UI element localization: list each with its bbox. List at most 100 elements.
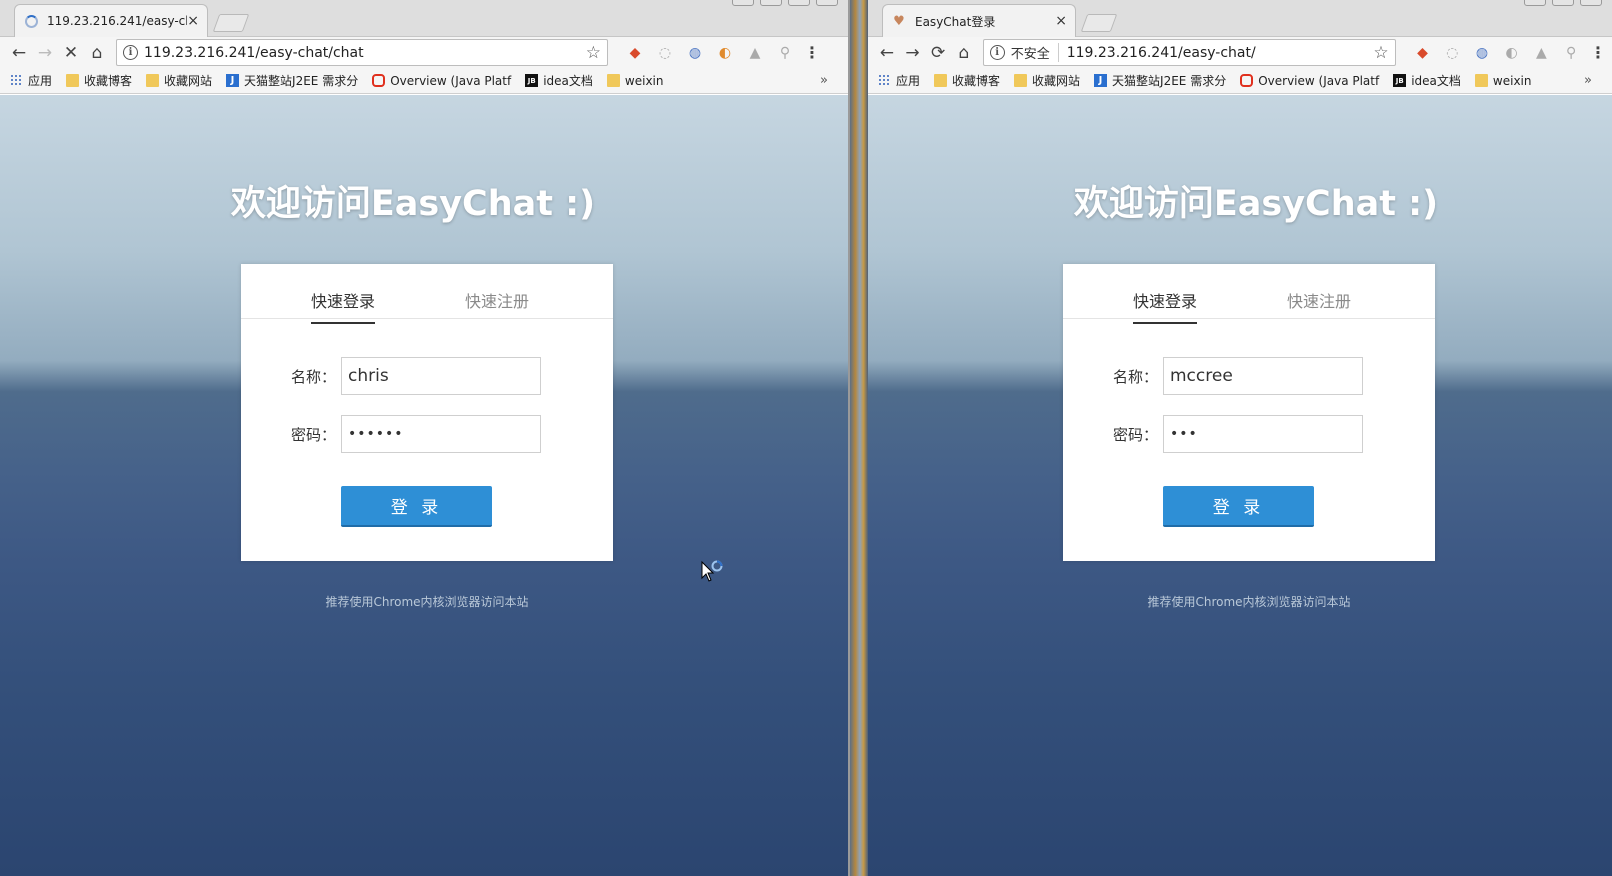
page-content: 欢迎访问EasyChat :) 快速登录 快速注册 名称： chris 密码： … <box>0 95 848 876</box>
ublock-extension-icon[interactable]: ◆ <box>1412 42 1434 64</box>
bookmark-apps[interactable]: 应用 <box>878 72 920 89</box>
tab-close-icon[interactable]: × <box>187 13 199 29</box>
menu-icon[interactable]: ⋮ <box>1590 43 1606 62</box>
password-row: 密码： ••• <box>1113 415 1363 453</box>
bookmark-java-overview[interactable]: Overview (Java Platf <box>372 74 511 88</box>
translate-extension-icon[interactable]: ◍ <box>684 42 706 64</box>
forward-icon[interactable]: → <box>900 40 926 66</box>
minimize-button[interactable] <box>1552 0 1574 6</box>
oracle-icon <box>1240 74 1254 87</box>
name-row: 名称： chris <box>291 357 541 395</box>
reload-icon[interactable]: ⟳ <box>925 40 951 66</box>
not-secure-label[interactable]: 不安全 <box>1011 43 1059 62</box>
card-tabs: 快速登录 快速注册 <box>1063 264 1435 324</box>
extension-tree-icon[interactable]: ▲ <box>1531 42 1553 64</box>
window-controls <box>1524 0 1602 6</box>
extension-orange-icon[interactable]: ◐ <box>1501 42 1523 64</box>
extension-grey-icon[interactable]: ◌ <box>1441 42 1463 64</box>
apps-icon <box>10 74 23 87</box>
password-row: 密码： •••••• <box>291 415 541 453</box>
info-icon[interactable]: i <box>123 45 138 60</box>
bookmark-apps[interactable]: 应用 <box>10 72 52 89</box>
ublock-extension-icon[interactable]: ◆ <box>624 42 646 64</box>
desktop-background-strip <box>850 0 868 876</box>
login-card: 快速登录 快速注册 名称： chris 密码： •••••• 登 录 <box>241 264 613 561</box>
name-input[interactable]: mccree <box>1163 357 1363 395</box>
folder-icon <box>146 74 160 87</box>
new-tab-button[interactable] <box>1080 14 1118 32</box>
close-window-button[interactable] <box>816 0 838 6</box>
new-tab-button[interactable] <box>212 14 250 32</box>
extension-tree-icon[interactable]: ▲ <box>744 42 766 64</box>
password-input[interactable]: ••• <box>1163 415 1363 453</box>
tab-quick-register[interactable]: 快速注册 <box>1287 288 1351 322</box>
tab-title: EasyChat登录 <box>915 14 996 29</box>
bookmark-tmall-j2ee[interactable]: J 天猫整站J2EE 需求分 <box>1094 72 1226 89</box>
tab-close-icon[interactable]: × <box>1055 13 1067 29</box>
window-controls <box>732 0 838 6</box>
search-extension-icon[interactable]: ⚲ <box>1560 42 1582 64</box>
home-icon[interactable]: ⌂ <box>84 40 110 66</box>
busy-cursor-icon <box>701 560 723 582</box>
menu-icon[interactable]: ⋮ <box>804 43 820 62</box>
welcome-title: 欢迎访问EasyChat :) <box>1073 184 1439 224</box>
name-input[interactable]: chris <box>341 357 541 395</box>
name-label: 名称： <box>1113 367 1159 386</box>
bookmark-blog-folder[interactable]: 收藏博客 <box>934 72 1000 89</box>
password-label: 密码： <box>1113 425 1159 444</box>
back-icon[interactable]: ← <box>874 40 900 66</box>
tab-quick-register[interactable]: 快速注册 <box>465 288 529 322</box>
address-bar[interactable]: i 不安全 119.23.216.241/easy-chat/ ☆ <box>982 39 1396 66</box>
minimize-button[interactable] <box>760 0 782 6</box>
browser-recommendation-note: 推荐使用Chrome内核浏览器访问本站 <box>325 595 529 609</box>
tab-quick-login[interactable]: 快速登录 <box>1133 288 1198 324</box>
bookmark-sites-folder[interactable]: 收藏网站 <box>1014 72 1080 89</box>
browser-tab[interactable]: ♥ EasyChat登录 × <box>882 4 1076 37</box>
folder-icon <box>934 74 948 87</box>
login-button[interactable]: 登 录 <box>341 486 492 527</box>
extension-grey-icon[interactable]: ◌ <box>654 42 676 64</box>
forward-icon[interactable]: → <box>32 40 58 66</box>
loading-spinner-icon <box>23 13 39 29</box>
tab-quick-login[interactable]: 快速登录 <box>311 288 376 324</box>
bookmark-java-overview[interactable]: Overview (Java Platf <box>1240 74 1379 88</box>
home-icon[interactable]: ⌂ <box>951 40 977 66</box>
folder-icon <box>606 74 620 87</box>
bookmark-weixin[interactable]: weixin <box>1474 74 1532 88</box>
bookmark-weixin[interactable]: weixin <box>606 74 664 88</box>
browser-tab[interactable]: 119.23.216.241/easy-ch × <box>14 4 208 37</box>
extension-orange-icon[interactable]: ◐ <box>714 42 736 64</box>
info-icon[interactable]: i <box>989 45 1005 60</box>
title-bar: ♥ EasyChat登录 × <box>868 0 1612 37</box>
password-label: 密码： <box>291 425 337 444</box>
translate-extension-icon[interactable]: ◍ <box>1471 42 1493 64</box>
maximize-button[interactable] <box>788 0 810 6</box>
apps-icon <box>878 74 891 87</box>
user-icon[interactable] <box>732 0 754 6</box>
stop-icon[interactable]: ✕ <box>58 40 84 66</box>
search-extension-icon[interactable]: ⚲ <box>774 42 796 64</box>
bookmark-tmall-j2ee[interactable]: J 天猫整站J2EE 需求分 <box>226 72 358 89</box>
back-icon[interactable]: ← <box>6 40 32 66</box>
bookmarks-bar: 应用 收藏博客 收藏网站 J 天猫整站J2EE 需求分 Overview (Jav… <box>868 68 1612 94</box>
login-button[interactable]: 登 录 <box>1163 486 1314 527</box>
jetbrains-icon: JB <box>1393 74 1407 87</box>
bookmark-blog-folder[interactable]: 收藏博客 <box>66 72 132 89</box>
password-input[interactable]: •••••• <box>341 415 541 453</box>
bookmark-idea-docs[interactable]: JB idea文档 <box>525 72 593 89</box>
card-tabs: 快速登录 快速注册 <box>241 264 613 324</box>
maximize-button[interactable] <box>1580 0 1602 6</box>
more-bookmarks-icon[interactable]: » <box>1584 73 1592 88</box>
name-row: 名称： mccree <box>1113 357 1363 395</box>
address-bar[interactable]: i 119.23.216.241/easy-chat/chat ☆ <box>116 39 608 66</box>
folder-icon <box>1474 74 1488 87</box>
bookmark-sites-folder[interactable]: 收藏网站 <box>146 72 212 89</box>
star-icon[interactable]: ☆ <box>586 43 601 63</box>
browser-toolbar: ← → ⟳ ⌂ i 不安全 119.23.216.241/easy-chat/ … <box>868 37 1612 68</box>
bookmark-idea-docs[interactable]: JB idea文档 <box>1393 72 1461 89</box>
url-text[interactable]: 119.23.216.241/easy-chat/chat <box>144 45 586 61</box>
user-icon[interactable] <box>1524 0 1546 6</box>
star-icon[interactable]: ☆ <box>1373 43 1388 63</box>
url-text[interactable]: 119.23.216.241/easy-chat/ <box>1067 45 1374 61</box>
more-bookmarks-icon[interactable]: » <box>820 73 828 88</box>
